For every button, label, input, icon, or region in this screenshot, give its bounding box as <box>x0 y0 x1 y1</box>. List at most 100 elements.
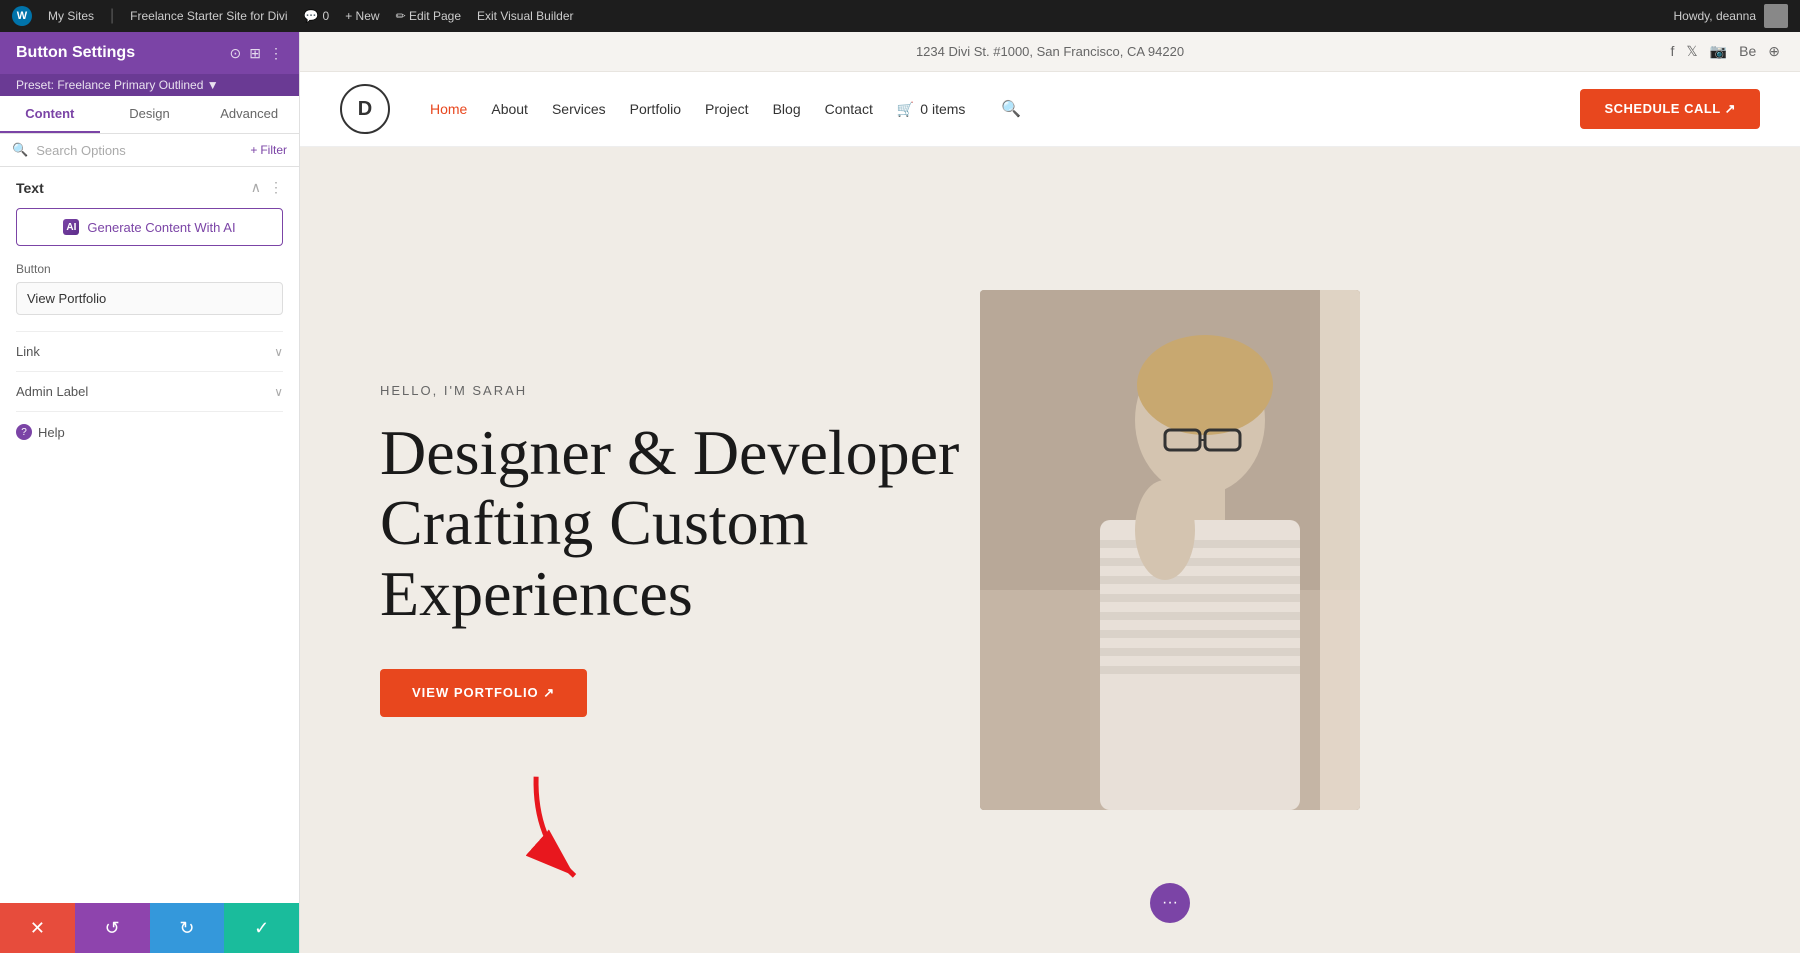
save-button[interactable]: ✓ <box>224 903 299 953</box>
nav-link-project[interactable]: Project <box>705 101 749 117</box>
save-icon: ✓ <box>254 918 269 939</box>
top-bar: 1234 Divi St. #1000, San Francisco, CA 9… <box>300 32 1800 72</box>
hero-subtitle: HELLO, I'M SARAH <box>380 383 980 398</box>
cancel-icon: ✕ <box>30 918 45 939</box>
nav-cart[interactable]: 🛒 0 items <box>897 101 966 118</box>
redo-icon: ↻ <box>179 918 194 939</box>
tab-advanced[interactable]: Advanced <box>199 96 299 133</box>
tab-content-label: Content <box>25 106 74 121</box>
admin-bar-right: Howdy, deanna <box>1674 4 1789 28</box>
help-link[interactable]: Help <box>38 425 65 440</box>
admin-label-collapsible-header[interactable]: Admin Label ∨ <box>16 384 283 399</box>
admin-label-chevron-icon: ∨ <box>274 385 283 399</box>
cart-icon: 🛒 <box>897 101 914 118</box>
panel-title-text: Button Settings <box>16 44 135 62</box>
ai-icon: AI <box>63 219 79 235</box>
ai-generate-button[interactable]: AI Generate Content With AI <box>16 208 283 246</box>
panel-tabs: Content Design Advanced <box>0 96 299 134</box>
panel-search-row: 🔍 + Filter <box>0 134 299 167</box>
text-section-more[interactable]: ⋮ <box>269 179 283 196</box>
nav-blog-label: Blog <box>773 101 801 117</box>
nav-links: Home About Services Portfolio Project Bl… <box>430 99 1580 119</box>
admin-exit-builder[interactable]: Exit Visual Builder <box>477 9 574 23</box>
schedule-call-button[interactable]: SCHEDULE CALL ↗ <box>1580 89 1760 129</box>
view-portfolio-label: VIEW PORTFOLIO ↗ <box>412 685 555 701</box>
filter-plus-icon: + <box>250 143 257 157</box>
undo-icon: ↺ <box>105 918 120 939</box>
help-icon: ? <box>16 424 32 440</box>
admin-my-sites-label: My Sites <box>48 9 94 23</box>
cart-count: 0 items <box>920 101 965 117</box>
panel-title-icons: ⊙ ⊞ ⋮ <box>230 45 283 62</box>
left-panel: Button Settings ⊙ ⊞ ⋮ Preset: Freelance … <box>0 32 300 953</box>
twitter-x-icon[interactable]: 𝕏 <box>1686 43 1697 60</box>
view-portfolio-button[interactable]: VIEW PORTFOLIO ↗ <box>380 669 587 717</box>
search-options-input[interactable] <box>36 143 242 158</box>
cancel-button[interactable]: ✕ <box>0 903 75 953</box>
text-section-actions: ∧ ⋮ <box>251 179 283 196</box>
nav-link-home[interactable]: Home <box>430 101 467 117</box>
nav-link-about[interactable]: About <box>491 101 528 117</box>
admin-comments-icon: 💬 <box>304 9 319 23</box>
link-chevron-icon: ∨ <box>274 345 283 359</box>
panel-subtitle[interactable]: Preset: Freelance Primary Outlined ▼ <box>0 74 299 96</box>
facebook-icon[interactable]: f <box>1671 43 1675 60</box>
panel-search-icon[interactable]: ⊙ <box>230 45 242 62</box>
admin-comments-count: 0 <box>323 9 330 23</box>
nav-link-contact[interactable]: Contact <box>825 101 873 117</box>
text-section-title: Text <box>16 180 44 196</box>
filter-label: Filter <box>260 143 287 157</box>
person-photo <box>980 290 1360 810</box>
admin-site-label: Freelance Starter Site for Divi <box>130 9 287 23</box>
arrow-indicator <box>500 768 620 893</box>
text-section-collapse[interactable]: ∧ <box>251 179 261 196</box>
right-content: 1234 Divi St. #1000, San Francisco, CA 9… <box>300 32 1800 953</box>
tab-design[interactable]: Design <box>100 96 200 133</box>
admin-my-sites[interactable]: My Sites <box>48 9 94 23</box>
filter-button[interactable]: + Filter <box>250 143 287 157</box>
panel-grid-icon[interactable]: ⊞ <box>249 45 261 62</box>
admin-edit-page[interactable]: ✏ Edit Page <box>396 9 461 23</box>
nav-search-icon[interactable]: 🔍 <box>1001 99 1021 119</box>
person-svg <box>980 290 1360 810</box>
nav-link-portfolio[interactable]: Portfolio <box>630 101 681 117</box>
tab-content[interactable]: Content <box>0 96 100 133</box>
search-icon: 🔍 <box>12 142 28 158</box>
button-field-label: Button <box>16 262 283 276</box>
schedule-call-label: SCHEDULE CALL ↗ <box>1604 101 1736 117</box>
dribbble-icon[interactable]: ⊕ <box>1768 43 1780 60</box>
hero-section: HELLO, I'M SARAH Designer & Developer Cr… <box>300 147 1800 953</box>
float-dots-menu[interactable]: ··· <box>1150 883 1190 923</box>
admin-new[interactable]: + New <box>345 9 379 23</box>
hero-content: HELLO, I'M SARAH Designer & Developer Cr… <box>380 383 980 717</box>
behance-icon[interactable]: Be <box>1739 43 1756 60</box>
nav-project-label: Project <box>705 101 749 117</box>
panel-more-icon[interactable]: ⋮ <box>269 45 283 62</box>
admin-edit-label: ✏ Edit Page <box>396 9 461 23</box>
nav-link-blog[interactable]: Blog <box>773 101 801 117</box>
nav-link-services[interactable]: Services <box>552 101 606 117</box>
admin-label-section: Admin Label ∨ <box>16 371 283 411</box>
dots-icon: ··· <box>1162 894 1178 912</box>
main-container: Button Settings ⊙ ⊞ ⋮ Preset: Freelance … <box>0 32 1800 953</box>
nav-services-label: Services <box>552 101 606 117</box>
button-text-input[interactable] <box>16 282 283 315</box>
admin-label-text: Admin Label <box>16 384 88 399</box>
panel-content: Text ∧ ⋮ AI Generate Content With AI But… <box>0 167 299 903</box>
link-collapsible-header[interactable]: Link ∨ <box>16 344 283 359</box>
undo-button[interactable]: ↺ <box>75 903 150 953</box>
admin-comments[interactable]: 💬 0 <box>304 9 330 23</box>
hero-title: Designer & Developer Crafting Custom Exp… <box>380 418 980 629</box>
red-arrow-svg <box>483 751 637 905</box>
nav-logo[interactable]: D <box>340 84 390 134</box>
redo-button[interactable]: ↻ <box>150 903 225 953</box>
site-address: 1234 Divi St. #1000, San Francisco, CA 9… <box>916 44 1184 59</box>
nav-portfolio-label: Portfolio <box>630 101 681 117</box>
admin-avatar[interactable] <box>1764 4 1788 28</box>
panel-header: Button Settings ⊙ ⊞ ⋮ <box>0 32 299 74</box>
nav-home-label: Home <box>430 101 467 117</box>
admin-separator-1: | <box>110 7 114 25</box>
wp-icon[interactable]: W <box>12 6 32 26</box>
admin-site-name[interactable]: Freelance Starter Site for Divi <box>130 9 287 23</box>
instagram-icon[interactable]: 📷 <box>1710 43 1727 60</box>
